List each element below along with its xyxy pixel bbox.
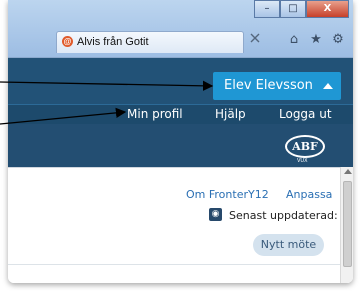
gear-icon[interactable]: ⚙ xyxy=(331,33,345,47)
screenshot-frame: – □ X @ Alvis från Gotit ⌂ ★ ⚙ Elev Elev… xyxy=(8,0,353,283)
help-link[interactable]: Hjälp xyxy=(215,107,246,121)
last-updated-text: Senast uppdaterad: 2014-03-13 09:04 xyxy=(229,209,353,222)
about-link[interactable]: Om FronterY12 xyxy=(186,188,269,201)
caret-up-icon xyxy=(323,83,333,89)
content-area xyxy=(8,167,353,283)
window-controls: – □ X xyxy=(254,0,349,18)
content-divider xyxy=(8,264,340,265)
home-icon[interactable]: ⌂ xyxy=(287,33,301,47)
user-name: Elev Elevsson xyxy=(224,78,313,93)
logout-link[interactable]: Logga ut xyxy=(279,107,332,121)
scroll-thumb[interactable] xyxy=(343,181,352,267)
star-icon[interactable]: ★ xyxy=(309,33,323,47)
site-favicon-icon: @ xyxy=(62,36,73,47)
profile-link[interactable]: Min profil xyxy=(127,107,183,121)
customize-link[interactable]: Anpassa xyxy=(286,188,332,201)
user-menu-button[interactable]: Elev Elevsson xyxy=(213,72,341,100)
maximize-button[interactable]: □ xyxy=(280,0,306,18)
user-menu-bar: Min profil Hjälp Logga ut xyxy=(8,104,353,124)
tab-bar: @ Alvis från Gotit ⌂ ★ ⚙ xyxy=(8,27,353,55)
new-meeting-button[interactable]: Nytt möte xyxy=(253,234,324,256)
browser-tab[interactable]: @ Alvis från Gotit xyxy=(56,31,244,53)
tab-title: Alvis från Gotit xyxy=(77,36,149,48)
minimize-button[interactable]: – xyxy=(254,0,280,18)
scroll-up-arrow-icon[interactable] xyxy=(344,169,352,174)
abf-logo[interactable]: ABF xyxy=(285,135,325,158)
tab-close-icon[interactable] xyxy=(250,33,260,43)
browser-chrome: – □ X @ Alvis från Gotit ⌂ ★ ⚙ xyxy=(8,0,353,58)
close-button[interactable]: X xyxy=(306,0,349,18)
browser-nav-icons: ⌂ ★ ⚙ xyxy=(287,33,345,47)
rss-icon[interactable]: ◉ xyxy=(209,208,222,221)
abf-logo-subtext: VUX xyxy=(297,158,308,164)
vertical-scrollbar[interactable] xyxy=(340,167,353,283)
